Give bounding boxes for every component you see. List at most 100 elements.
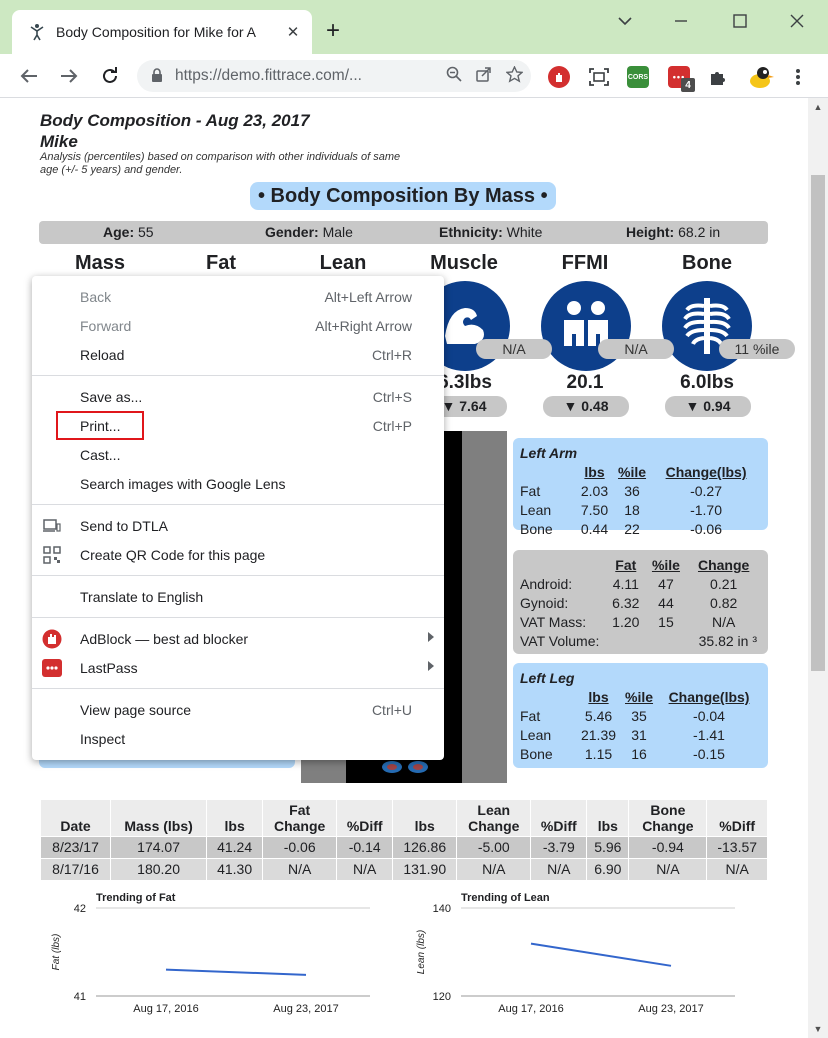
menu-item-cast[interactable]: Cast... [32, 440, 444, 469]
url-text: https://demo.fittrace.com/... [175, 67, 362, 84]
menu-item-search-images-with-google-lens[interactable]: Search images with Google Lens [32, 469, 444, 498]
muscle-percentile-pill: N/A [476, 339, 552, 359]
y-axis-label: Lean (lbs) [416, 930, 427, 974]
scroll-up-arrow-icon[interactable]: ▲ [813, 102, 823, 112]
menu-separator [32, 617, 444, 618]
series-line [530, 942, 672, 967]
menu-item-label: Reload [80, 346, 125, 363]
close-window-icon[interactable] [786, 10, 808, 32]
y-tick-label: 120 [433, 991, 451, 1003]
x-tick-label: Aug 23, 2017 [273, 1003, 338, 1015]
reload-icon[interactable] [98, 64, 122, 88]
menu-item-adblock-best-ad-blocker[interactable]: AdBlock — best ad blocker [32, 624, 444, 653]
y-tick-label: 140 [433, 903, 451, 915]
gender-info: Gender: Male [265, 224, 353, 240]
submenu-arrow-icon [428, 632, 434, 642]
menu-item-lastpass[interactable]: LastPass [32, 653, 444, 682]
menu-item-reload[interactable]: Reload Ctrl+R [32, 340, 444, 369]
address-bar[interactable]: https://demo.fittrace.com/... [137, 60, 531, 92]
x-tick-label: Aug 17, 2016 [133, 1003, 198, 1015]
maximize-icon[interactable] [729, 10, 751, 32]
table-row: Bone 0.44 22 -0.06 [520, 521, 722, 537]
new-tab-button[interactable]: + [326, 18, 340, 44]
menu-item-shortcut: Ctrl+U [371, 701, 412, 718]
menu-item-create-qr-code-for-this-page[interactable]: Create QR Code for this page [32, 540, 444, 569]
y-axis-label: Fat (lbs) [51, 934, 62, 971]
tab-search-chevron-icon[interactable] [614, 10, 636, 32]
trunk-col-change: Change [697, 557, 750, 573]
menu-item-forward[interactable]: Forward Alt+Right Arrow [32, 311, 444, 340]
ffmi-value: 20.1 [566, 372, 604, 393]
browser-toolbar: https://demo.fittrace.com/... CORS ••• 4 [0, 54, 828, 98]
menu-separator [32, 688, 444, 689]
left-leg-col-pct: %ile [625, 689, 654, 705]
qr-code-icon [42, 545, 62, 565]
left-leg-table: lbs %ile Change(lbs) Fat 5.46 35 -0.04 Lean… [520, 688, 761, 764]
menu-separator [32, 575, 444, 576]
table-row: Bone 1.15 16 -0.15 [520, 746, 725, 762]
menu-item-inspect[interactable]: Inspect [32, 724, 444, 753]
y-tick-label: 41 [74, 991, 86, 1003]
profile-avatar-icon[interactable] [746, 66, 774, 88]
ffmi-change-pill: ▼ 0.48 [543, 396, 629, 417]
screen-capture-extension-icon[interactable] [588, 66, 610, 88]
menu-item-back[interactable]: Back Alt+Left Arrow [32, 282, 444, 311]
lastpass-badge-count: 4 [681, 78, 695, 92]
chrome-menu-kebab-icon[interactable] [787, 66, 809, 88]
table-row: Fat 5.46 35 -0.04 [520, 708, 725, 724]
lean-trend-chart: Trending of Lean 140 120 Lean (lbs) Aug 17,… [405, 892, 735, 1022]
trunk-col-pct: %ile [651, 557, 680, 573]
table-row: Lean 21.39 31 -1.41 [520, 727, 725, 743]
adblock-extension-icon[interactable] [548, 66, 570, 88]
share-icon[interactable] [471, 66, 497, 86]
left-arm-col-lbs: lbs [584, 464, 605, 480]
tab-title: Body Composition for Mike for A [56, 24, 256, 40]
scroll-down-arrow-icon[interactable]: ▼ [813, 1024, 823, 1034]
menu-item-translate-to-english[interactable]: Translate to English [32, 582, 444, 611]
vertical-scrollbar[interactable]: ▲ ▼ [808, 98, 828, 1038]
series-line [165, 968, 307, 976]
trunk-col-fat: Fat [615, 557, 637, 573]
left-arm-title: Left Arm [520, 445, 578, 461]
metric-heading-lean: Lean [319, 252, 367, 274]
client-info-bar: Age: 55 Gender: Male Ethnicity: White He… [39, 221, 768, 244]
menu-item-view-page-source[interactable]: View page source Ctrl+U [32, 695, 444, 724]
extensions-puzzle-icon[interactable] [707, 66, 729, 88]
metric-heading-mass: Mass [74, 252, 126, 274]
tab-body-composition[interactable]: Body Composition for Mike for A ✕ [12, 10, 312, 54]
report-heading: Body Composition - Aug 23, 2017 Mike [40, 110, 310, 152]
table-row: Android: 4.11 47 0.21 [520, 576, 738, 592]
context-menu: Back Alt+Left Arrow Forward Alt+Right Arrow… [32, 276, 444, 760]
menu-item-label: Inspect [80, 730, 126, 747]
fat-chart-svg: 42 41 Fat (lbs) Aug 17, 2016 Aug 23, 2017 [51, 903, 370, 1015]
trunk-panel: Fat %ile Change Android: 4.11 47 0.21 Gynoi… [513, 550, 768, 654]
left-arm-col-pct: %ile [618, 464, 647, 480]
y-tick-label: 42 [74, 903, 86, 915]
bone-value: 6.0lbs [680, 372, 734, 393]
bookmark-star-icon[interactable] [501, 64, 527, 87]
menu-item-send-to-dtla[interactable]: Send to DTLA [32, 511, 444, 540]
menu-item-label: Translate to English [80, 588, 204, 605]
client-name: Mike [40, 132, 78, 151]
minimize-icon[interactable] [670, 10, 692, 32]
zoom-icon[interactable] [441, 66, 467, 86]
back-arrow-icon[interactable] [17, 64, 41, 88]
table-row: Fat 2.03 36 -0.27 [520, 483, 722, 499]
fat-trend-chart: Trending of Fat 42 41 Fat (lbs) Aug 17, 201… [40, 892, 370, 1022]
print-highlight-box [56, 411, 144, 440]
menu-item-label: Cast... [80, 446, 121, 463]
cors-extension-icon[interactable]: CORS [627, 66, 649, 88]
metric-heading-fat: Fat [206, 252, 236, 274]
scrollbar-thumb[interactable] [811, 175, 825, 671]
fittrace-favicon-icon [28, 23, 46, 41]
menu-separator [32, 504, 444, 505]
table-row: Lean 7.50 18 -1.70 [520, 502, 722, 518]
tab-close-icon[interactable]: ✕ [284, 23, 302, 41]
metric-heading-bone: Bone [682, 252, 732, 274]
forward-arrow-icon[interactable] [57, 64, 81, 88]
menu-item-shortcut: Ctrl+P [372, 417, 412, 434]
menu-item-label: View page source [80, 701, 192, 718]
bone-percentile-pill: 11 %ile [719, 339, 795, 359]
analysis-note: Analysis (percentiles) based on comparis… [40, 151, 401, 176]
menu-item-save-as[interactable]: Save as... Ctrl+S [32, 382, 444, 411]
